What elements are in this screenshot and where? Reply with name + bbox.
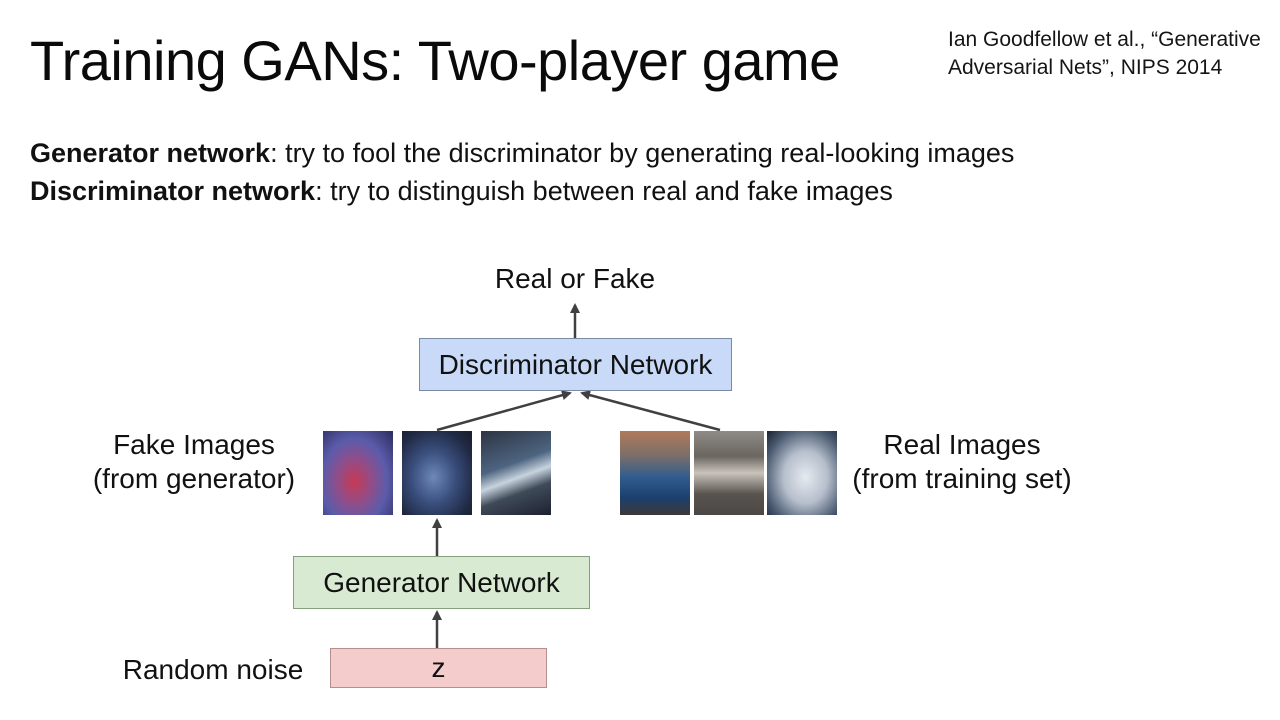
fake-images-label: Fake Images (from generator)	[74, 428, 314, 496]
real-image-2	[694, 431, 764, 515]
fake-image-1	[323, 431, 393, 515]
random-noise-label: Random noise	[122, 654, 304, 685]
z-label: z	[431, 652, 446, 683]
real-images-label: Real Images (from training set)	[842, 428, 1082, 496]
fake-image-3	[481, 431, 551, 515]
discriminator-network-label: Discriminator Network	[438, 348, 713, 380]
real-image-1	[620, 431, 690, 515]
real-image-3	[767, 431, 837, 515]
arrow-fake-to-discriminator	[436, 390, 572, 432]
fake-images-label-line-1: Fake Images	[113, 429, 275, 460]
discriminator-network-box: Discriminator Network	[419, 338, 732, 391]
generator-network-label: Generator Network	[323, 566, 560, 598]
z-noise-box: z	[330, 648, 547, 688]
real-images-label-line-1: Real Images	[883, 429, 1041, 460]
generator-network-box: Generator Network	[293, 556, 590, 609]
arrow-real-to-discriminator	[580, 390, 721, 432]
real-images-label-line-2: (from training set)	[852, 463, 1072, 494]
fake-images-label-line-2: (from generator)	[92, 463, 296, 494]
output-label: Real or Fake	[494, 263, 656, 294]
fake-image-2	[402, 431, 472, 515]
